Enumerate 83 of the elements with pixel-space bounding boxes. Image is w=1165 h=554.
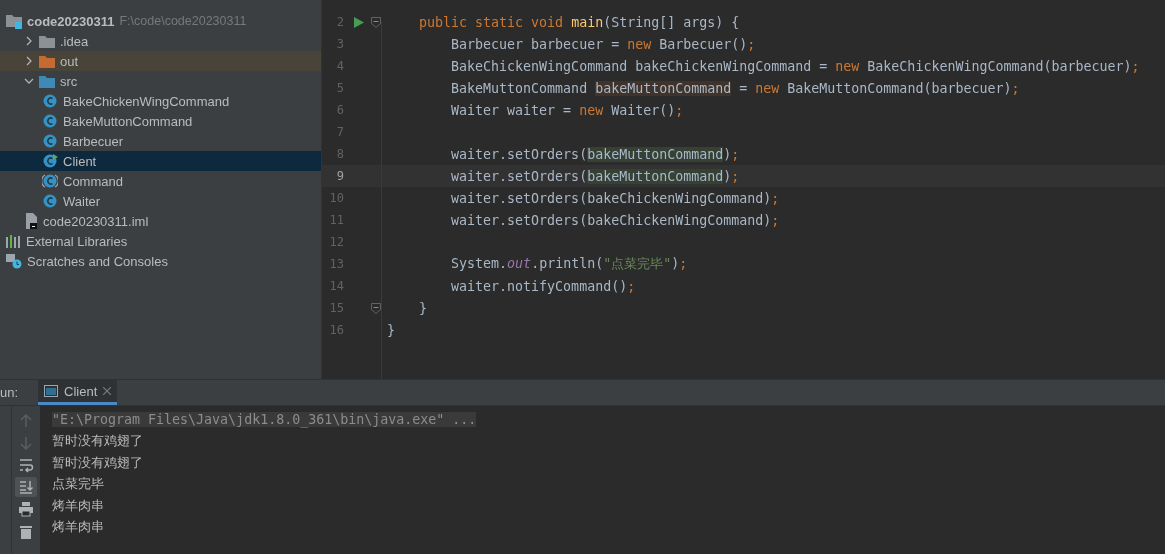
console-icon (44, 385, 59, 397)
run-icon[interactable] (354, 16, 364, 28)
tree-item-label: out (60, 53, 79, 69)
library-icon (6, 234, 21, 248)
chevron-down-icon[interactable] (24, 76, 34, 86)
tree-row[interactable]: Command (0, 171, 321, 191)
tree-row[interactable]: BakeMuttonCommand (0, 111, 321, 131)
scratch-file-icon (6, 253, 22, 269)
line-number: 4 (335, 59, 344, 73)
line-number: 2 (335, 15, 344, 29)
line-number: 12 (328, 235, 344, 249)
code-line: waiter.setOrders(bakeMuttonCommand); (450, 146, 740, 162)
module-folder-icon (6, 13, 22, 29)
console-output: 暂时没有鸡翅了 (52, 432, 143, 451)
code-line: public static void main(String[] args) { (418, 14, 740, 30)
line-number: 3 (335, 37, 344, 51)
line-number: 14 (328, 279, 344, 293)
code-line: waiter.setOrders(bakeChickenWingCommand); (450, 212, 780, 228)
runnable-class-icon (42, 153, 58, 169)
code-line: Barbecuer barbecuer = new Barbecuer(); (450, 36, 756, 52)
fold-marker-icon[interactable] (370, 16, 381, 28)
code-line: } (387, 322, 395, 338)
class-icon (42, 93, 58, 109)
run-panel-label: un: (0, 385, 19, 400)
run-tab[interactable]: Client (38, 380, 118, 405)
line-number: 5 (335, 81, 344, 95)
tree-row[interactable]: src (0, 71, 321, 91)
class-icon (42, 133, 58, 149)
console-command: "E:\Program Files\Java\jdk1.8.0_361\bin\java.exe" ... (52, 412, 477, 428)
folder-icon (39, 74, 55, 88)
console-output: 烤羊肉串 (52, 518, 104, 537)
fold-marker-icon[interactable] (370, 302, 381, 314)
line-number: 15 (328, 301, 344, 315)
scroll-to-end-icon[interactable] (15, 477, 37, 497)
tree-item-label: Barbecuer (63, 133, 123, 149)
tree-row[interactable]: Waiter (0, 191, 321, 211)
code-line: waiter.setOrders(bakeMuttonCommand); (450, 168, 740, 184)
tree-row[interactable]: code20230311.iml (0, 211, 321, 231)
tree-row[interactable]: Scratches and Consoles (0, 251, 321, 271)
tree-row[interactable]: code20230311 F:\code\code20230311 (0, 11, 321, 31)
code-line: BakeChickenWingCommand bakeChickenWingCommand = new BakeChickenWingCommand(barbecuer); (450, 58, 1140, 74)
class-icon (42, 193, 58, 209)
code-line: } (418, 300, 428, 316)
tree-row[interactable]: Client (0, 151, 321, 171)
line-number: 6 (335, 103, 344, 117)
tree-item-label: BakeMuttonCommand (63, 113, 193, 129)
tree-row[interactable]: Barbecuer (0, 131, 321, 151)
code-line: System.out.println("点菜完毕"); (450, 255, 688, 273)
line-number: 10 (328, 191, 344, 205)
tree-item-label: Waiter (63, 193, 101, 209)
code-line: BakeMuttonCommand bakeMuttonCommand = new BakeMuttonCommand(barbecuer); (450, 80, 1020, 96)
abstract-class-icon (42, 173, 58, 189)
line-number: 16 (328, 323, 344, 337)
console-output: 点菜完毕 (52, 475, 104, 494)
tree-item-label: BakeChickenWingCommand (63, 93, 230, 109)
code-line: waiter.notifyCommand(); (450, 278, 636, 294)
file-icon (24, 213, 38, 229)
line-number: 7 (335, 125, 344, 139)
tree-item-label: External Libraries (26, 233, 128, 249)
console-output: 烤羊肉串 (52, 496, 104, 515)
line-number: 9 (335, 169, 344, 183)
tree-item-label: Scratches and Consoles (27, 253, 168, 269)
console-output: 暂时没有鸡翅了 (52, 453, 143, 472)
line-number: 11 (328, 213, 344, 227)
project-path: F:\code\code20230311 (119, 14, 247, 28)
tree-row[interactable]: External Libraries (0, 231, 321, 251)
tree-item-label: Client (63, 153, 97, 169)
folder-icon (39, 54, 55, 68)
tree-item-label: code20230311 (27, 13, 115, 29)
close-icon[interactable] (103, 387, 112, 395)
tree-item-label: .idea (60, 33, 89, 49)
class-icon (42, 113, 58, 129)
folder-icon (39, 34, 55, 48)
tree-item-label: src (60, 73, 78, 89)
tree-item-label: Command (63, 173, 123, 189)
code-line: Waiter waiter = new Waiter(); (450, 102, 684, 118)
code-line: waiter.setOrders(bakeChickenWingCommand); (450, 190, 780, 206)
line-number: 8 (335, 147, 344, 161)
tree-row[interactable]: out (0, 51, 321, 71)
tree-row[interactable]: BakeChickenWingCommand (0, 91, 321, 111)
tree-item-label: code20230311.iml (43, 213, 149, 229)
line-number: 13 (328, 257, 344, 271)
tree-row[interactable]: .idea (0, 31, 321, 51)
